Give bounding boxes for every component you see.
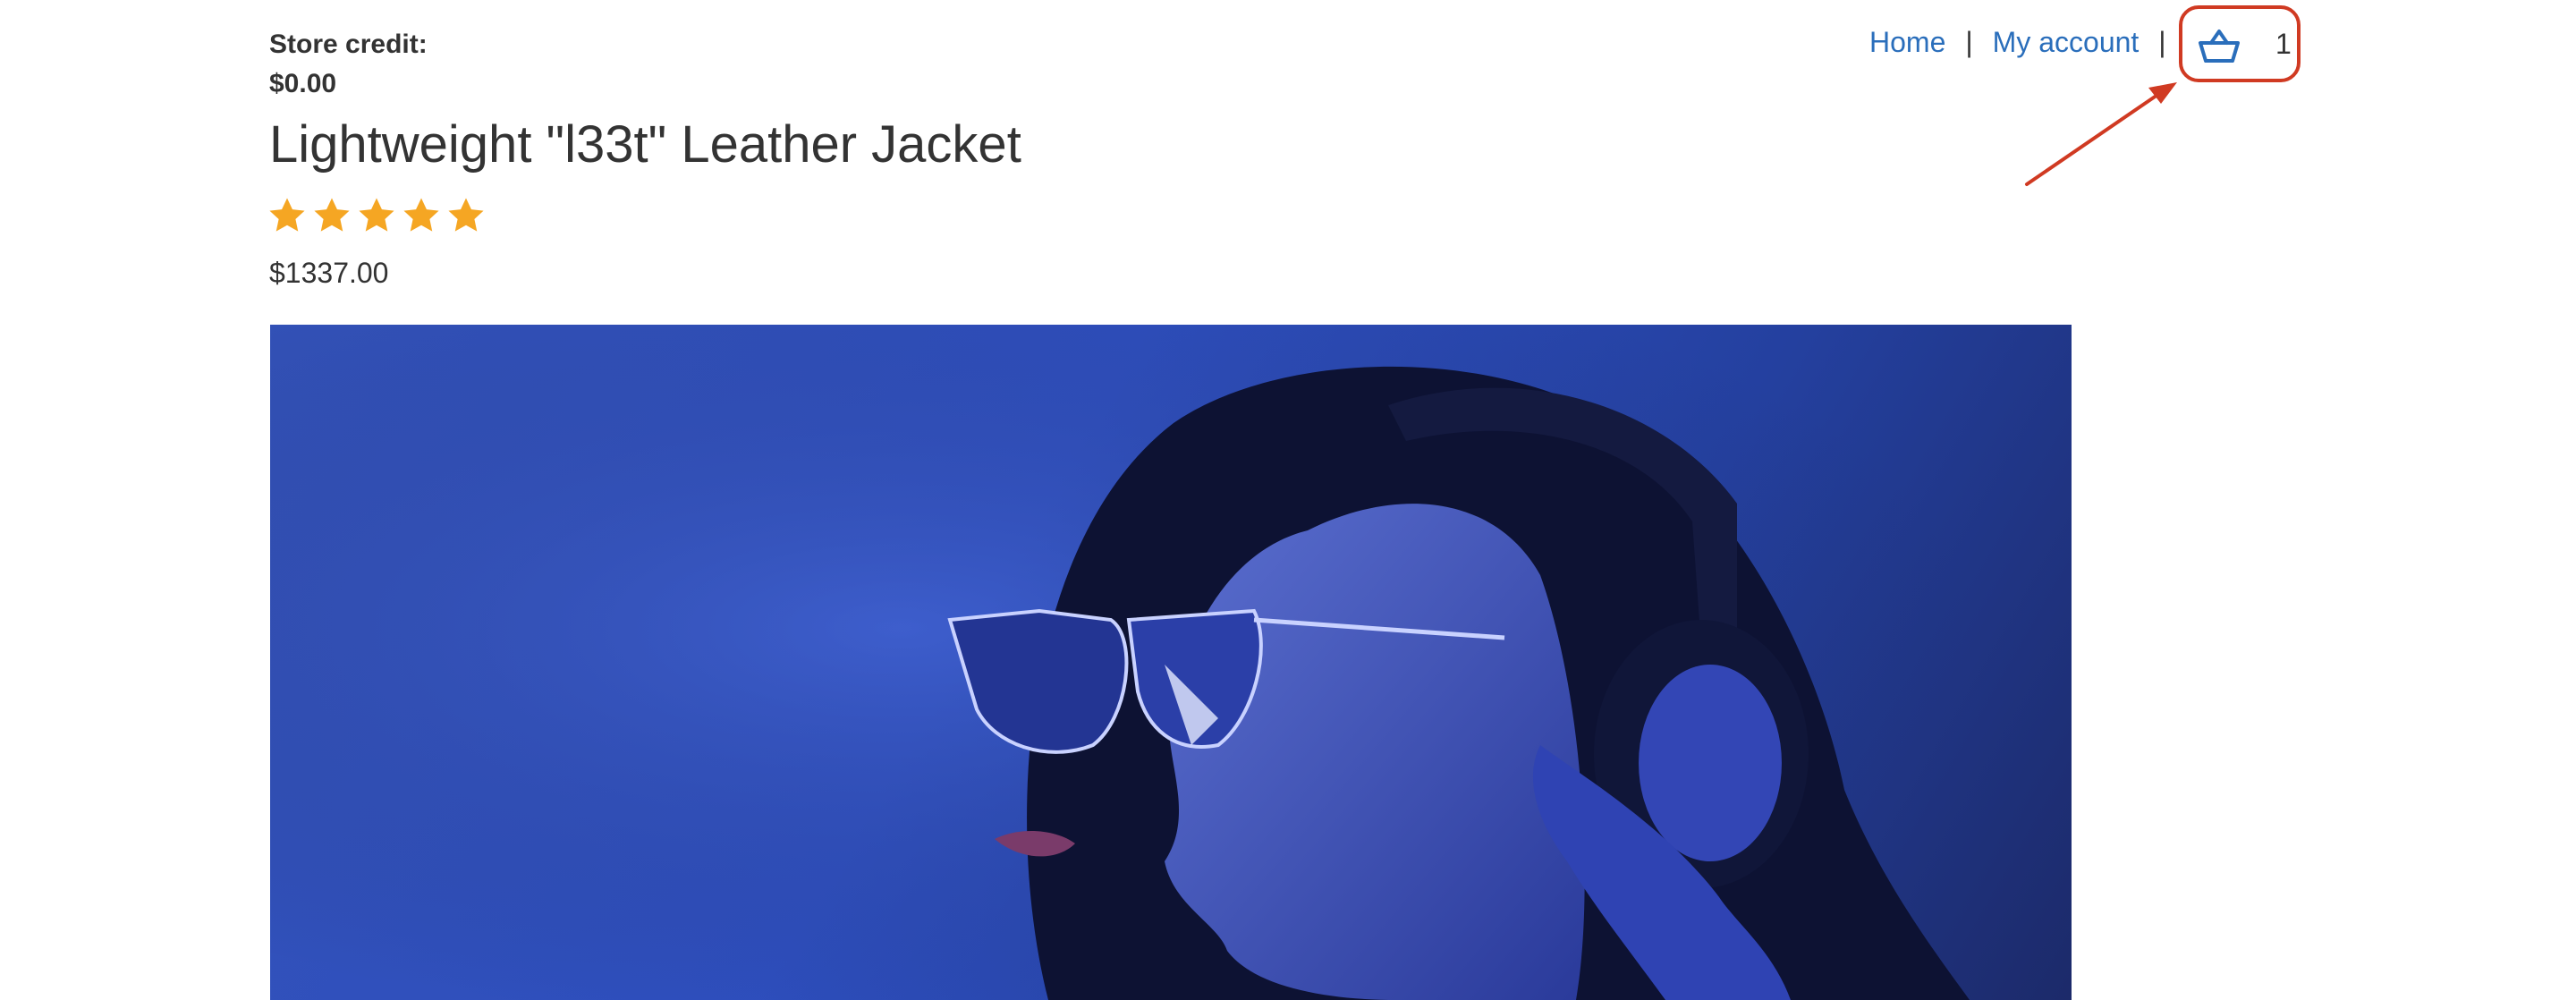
- store-credit: Store credit: $0.00: [269, 25, 428, 104]
- top-navigation: Home | My account |: [1869, 20, 2186, 64]
- star-icon: [314, 198, 350, 232]
- product-price: $1337.00: [269, 257, 389, 289]
- star-icon: [269, 198, 305, 232]
- star-icon: [359, 198, 394, 232]
- star-icon: [403, 198, 439, 232]
- annotation-arrow: [2025, 82, 2177, 186]
- cart-count: 1: [2275, 28, 2292, 60]
- nav-separator: |: [1965, 25, 1973, 58]
- nav-separator: |: [2158, 25, 2166, 58]
- store-credit-label: Store credit:: [269, 30, 428, 59]
- star-icon: [448, 198, 484, 232]
- cart-button[interactable]: 1: [2179, 5, 2301, 82]
- star-rating: [267, 195, 487, 236]
- my-account-link[interactable]: My account: [1993, 26, 2140, 59]
- store-credit-value: $0.00: [269, 69, 337, 98]
- home-link[interactable]: Home: [1869, 26, 1945, 59]
- product-title: Lightweight "l33t" Leather Jacket: [269, 115, 1021, 174]
- product-photo: [270, 325, 2072, 1000]
- product-image: [270, 325, 2072, 1000]
- product-page: Store credit: $0.00 Home | My account | …: [0, 0, 2576, 1000]
- basket-icon: [2199, 30, 2240, 63]
